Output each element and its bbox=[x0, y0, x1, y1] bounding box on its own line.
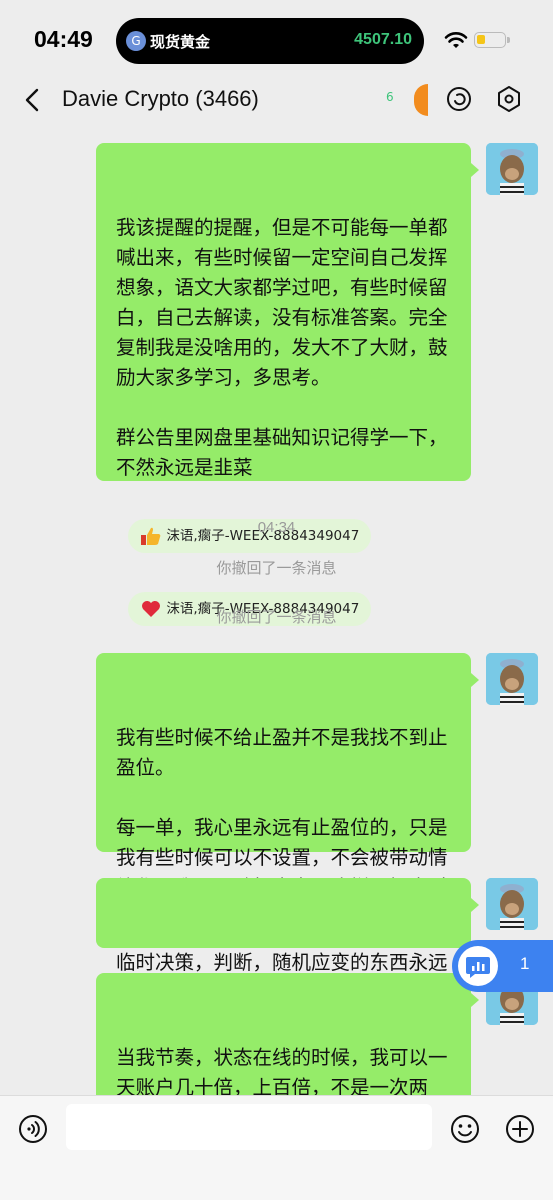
message-text: 我该提醒的提醒，但是不可能每一单都喊出来，有些时候留一定空间自己发挥想象，语文大… bbox=[116, 216, 448, 479]
battery-icon bbox=[474, 32, 506, 48]
chip-count: 1 bbox=[520, 954, 530, 973]
wifi-icon bbox=[444, 32, 468, 48]
plus-icon[interactable] bbox=[505, 1114, 535, 1144]
mini-badge: 6 bbox=[386, 90, 394, 104]
message-bubble[interactable]: 临时决策，判断，随机应变的东西永远无法复制。每个人都有区别的 bbox=[96, 878, 479, 1004]
message-bubble[interactable]: 我该提醒的提醒，但是不可能每一单都喊出来，有些时候留一定空间自己发挥想象，语文大… bbox=[96, 143, 479, 626]
status-time: 04:49 bbox=[34, 26, 93, 52]
chip-icon-wrap bbox=[458, 946, 498, 986]
chat-title: Davie Crypto (3466) bbox=[62, 86, 259, 111]
settings-icon[interactable] bbox=[494, 84, 524, 114]
avatar[interactable] bbox=[486, 653, 538, 705]
message-bubble[interactable]: 我有些时候不给止盈并不是我找不到止盈位。 每一单，我心里永远有止盈位的，只是我有… bbox=[96, 653, 479, 929]
dynamic-island[interactable]: G 现货黄金 4507.10 bbox=[116, 18, 424, 64]
emoji-icon[interactable] bbox=[450, 1114, 480, 1144]
timestamp: 04:34 bbox=[257, 519, 296, 536]
island-price: 4507.10 bbox=[354, 31, 412, 48]
recall-notice: 你撤回了一条消息 bbox=[216, 559, 337, 577]
message-bubble[interactable]: 当我节奏，状态在线的时候，我可以一天账户几十倍，上百倍，不是一次两次，这几年经历… bbox=[96, 973, 479, 1159]
message-input[interactable] bbox=[66, 1104, 432, 1150]
island-label: 现货黄金 bbox=[150, 33, 211, 51]
avatar[interactable] bbox=[486, 878, 538, 930]
input-bar bbox=[0, 1095, 553, 1200]
chat-header: Davie Crypto (3466) 6 bbox=[0, 72, 553, 128]
gold-price-app-icon: G bbox=[126, 31, 146, 51]
recall-notice: 你撤回了一条消息 bbox=[216, 608, 337, 626]
ape-avatar-icon bbox=[486, 878, 538, 930]
back-arrow-icon[interactable] bbox=[20, 86, 46, 114]
avatar[interactable] bbox=[486, 143, 538, 195]
ape-avatar-icon bbox=[486, 143, 538, 195]
status-bar: 04:49 G 现货黄金 4507.10 bbox=[0, 0, 553, 80]
floating-poll-chip[interactable]: 1 bbox=[452, 940, 553, 992]
chart-bubble-icon bbox=[466, 957, 490, 978]
battery-cap bbox=[507, 37, 510, 43]
ape-avatar-icon bbox=[486, 653, 538, 705]
refresh-icon[interactable] bbox=[444, 84, 474, 114]
coin-icon[interactable] bbox=[414, 84, 428, 116]
voice-icon[interactable] bbox=[18, 1114, 48, 1144]
